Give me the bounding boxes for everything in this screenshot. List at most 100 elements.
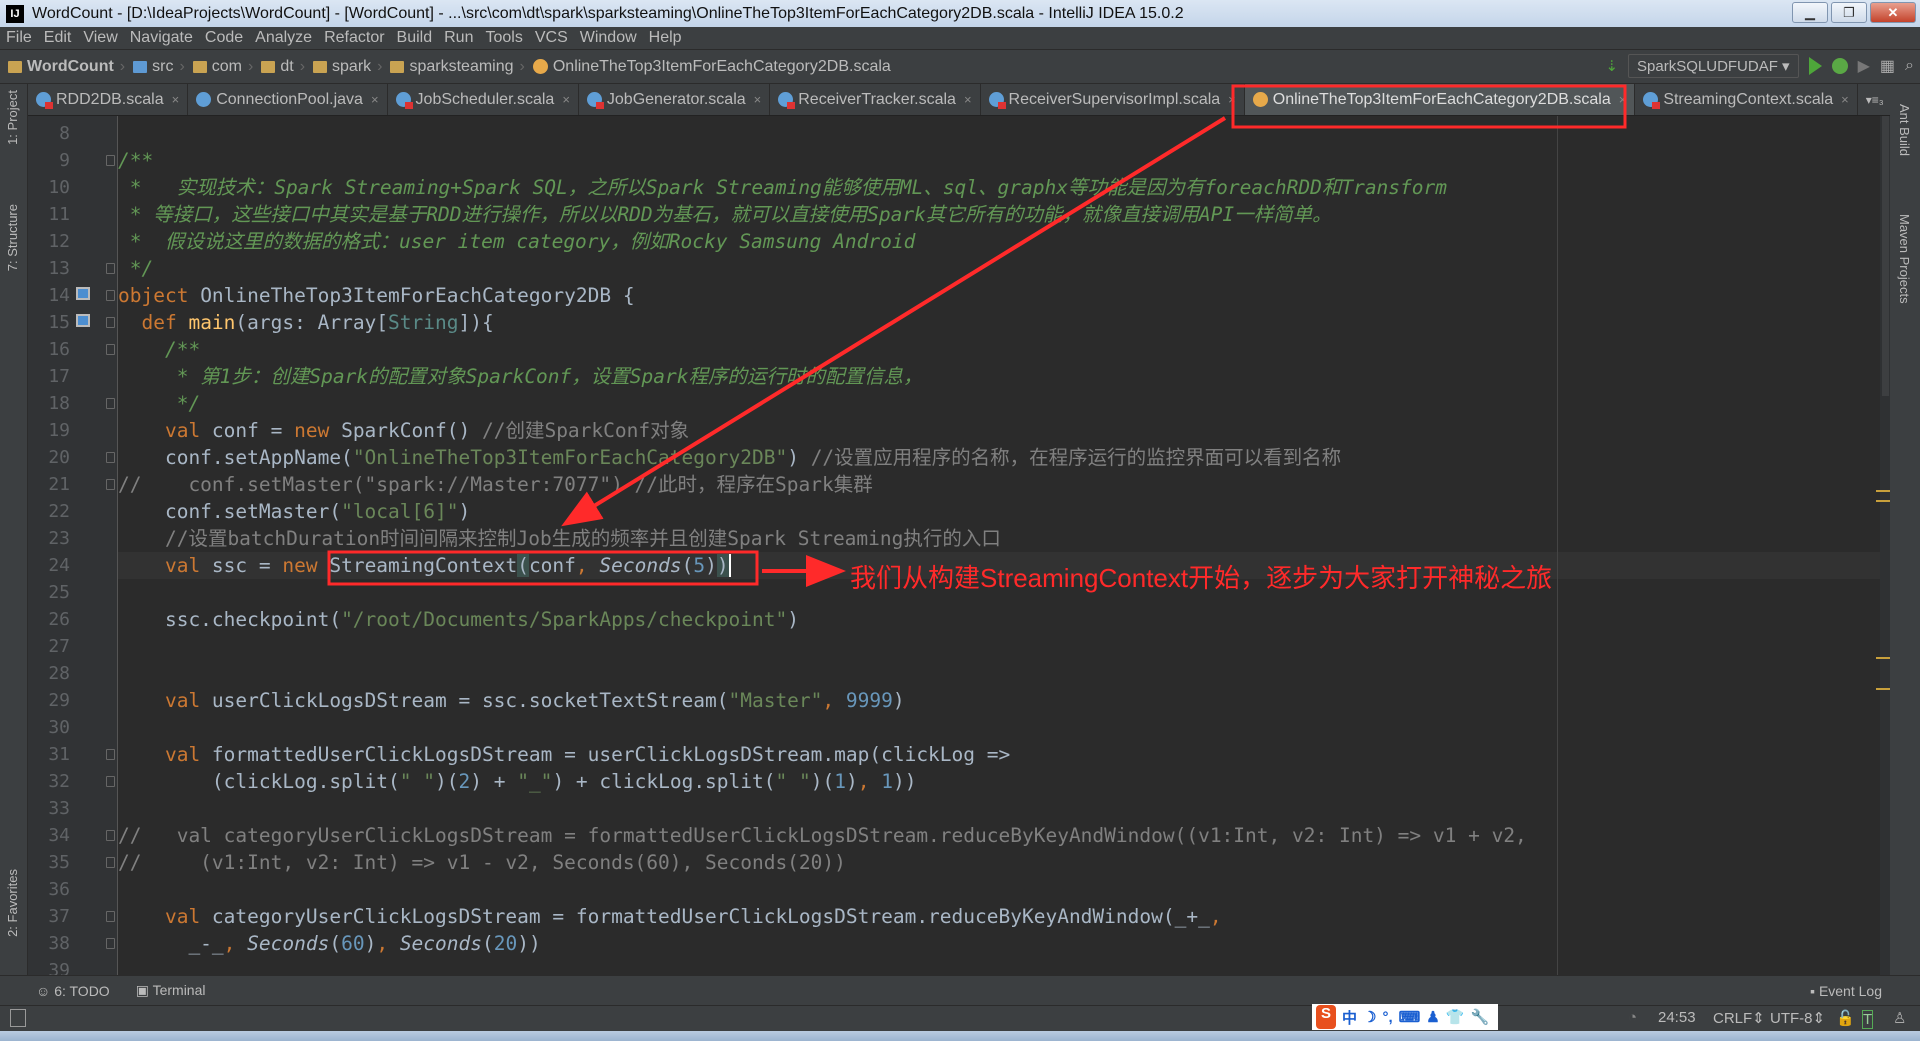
tab-onlinethetop3itemforeachcategory2db-scala[interactable]: OnlineTheTop3ItemForEachCategory2DB.scal… xyxy=(1244,84,1636,115)
ime-item[interactable]: °, xyxy=(1382,1009,1392,1026)
close-tab-icon[interactable]: × xyxy=(1841,92,1849,107)
maximize-button[interactable]: ❐ xyxy=(1831,2,1867,23)
ime-item[interactable]: 🔧 xyxy=(1470,1008,1489,1026)
debug-icon[interactable] xyxy=(1831,58,1848,74)
menu-build[interactable]: Build xyxy=(391,29,439,47)
editor-scrollbar[interactable] xyxy=(1880,116,1890,975)
tab-rdd2db-scala[interactable]: RDD2DB.scala × xyxy=(28,84,189,115)
menu-file[interactable]: File xyxy=(0,29,38,47)
breadcrumb-item[interactable]: spark › xyxy=(313,58,382,76)
inspector-icon[interactable]: ♙ xyxy=(1893,1009,1906,1027)
windows-taskbar xyxy=(0,1031,1920,1041)
error-stripe-mark[interactable] xyxy=(1876,490,1890,492)
breadcrumb-item[interactable]: dt › xyxy=(261,58,305,76)
menu-edit[interactable]: Edit xyxy=(38,29,78,47)
breadcrumb-item[interactable]: com › xyxy=(192,58,253,76)
close-tab-icon[interactable]: × xyxy=(371,92,379,107)
error-stripe-mark[interactable] xyxy=(1876,688,1890,690)
fold-icon[interactable] xyxy=(106,317,115,328)
fold-icon[interactable] xyxy=(106,938,115,949)
lock-icon[interactable]: 🔓 xyxy=(1836,1009,1855,1027)
todo-tool-button[interactable]: ☺ 6: TODO xyxy=(36,983,110,999)
close-tab-icon[interactable]: × xyxy=(1228,92,1236,107)
code-editor[interactable]: /** * 实现技术：Spark Streaming+Spark SQL，之所以… xyxy=(118,116,1880,975)
menu-run[interactable]: Run xyxy=(438,29,479,47)
code-token: conf.setAppName( xyxy=(118,446,353,469)
terminal-status-icon[interactable]: T xyxy=(1862,1010,1874,1029)
tab-jobgenerator-scala[interactable]: JobGenerator.scala × xyxy=(579,84,771,115)
search-icon[interactable]: ⌕ xyxy=(1905,57,1914,75)
ime-item[interactable]: 中 xyxy=(1342,1007,1357,1028)
terminal-tool-button[interactable]: ▣ Terminal xyxy=(136,982,206,999)
implementation-marker-icon[interactable] xyxy=(76,314,90,327)
menu-vcs[interactable]: VCS xyxy=(529,29,574,47)
fold-icon[interactable] xyxy=(106,749,115,760)
menu-analyze[interactable]: Analyze xyxy=(249,29,318,47)
ime-item[interactable]: ⌨ xyxy=(1399,1008,1421,1026)
tool-favorites[interactable]: 2: Favorites xyxy=(5,869,20,937)
fold-icon[interactable] xyxy=(106,398,115,409)
tab-connectionpool-java[interactable]: ConnectionPool.java × xyxy=(188,84,388,115)
run-icon[interactable] xyxy=(1808,57,1822,75)
code-line: /** xyxy=(118,147,1880,174)
tab-jobscheduler-scala[interactable]: JobScheduler.scala × xyxy=(388,84,579,115)
file-encoding[interactable]: UTF-8⇕ xyxy=(1770,1009,1825,1027)
fold-icon[interactable] xyxy=(106,857,115,868)
tool-ant-build[interactable]: Ant Build xyxy=(1897,104,1912,156)
fold-icon[interactable] xyxy=(106,776,115,787)
close-tab-icon[interactable]: × xyxy=(754,92,762,107)
ime-item[interactable]: ☽ xyxy=(1363,1008,1376,1026)
ime-item[interactable]: ♟ xyxy=(1426,1008,1439,1026)
menu-tools[interactable]: Tools xyxy=(479,29,528,47)
tab-receiversupervisorimpl-scala[interactable]: ReceiverSupervisorImpl.scala × xyxy=(981,84,1245,115)
menu-help[interactable]: Help xyxy=(643,29,688,47)
project-structure-icon[interactable]: ▦ xyxy=(1880,56,1895,76)
tab-overflow-button[interactable]: ▾≡₃ xyxy=(1858,84,1893,115)
menu-navigate[interactable]: Navigate xyxy=(124,29,199,47)
line-separator[interactable]: CRLF⇕ xyxy=(1713,1009,1765,1027)
toggle-tool-windows-icon[interactable] xyxy=(10,1009,26,1027)
ime-item[interactable]: 👕 xyxy=(1446,1008,1465,1026)
tool-maven-projects[interactable]: Maven Projects xyxy=(1897,214,1912,304)
caret-position[interactable]: 24:53 xyxy=(1658,1009,1696,1026)
event-log-button[interactable]: ▪ Event Log xyxy=(1810,983,1882,999)
menu-refactor[interactable]: Refactor xyxy=(318,29,390,47)
fold-icon[interactable] xyxy=(106,452,115,463)
run-configuration-select[interactable]: SparkSQLUDFUDAF ▾ xyxy=(1628,54,1799,78)
error-stripe-mark[interactable] xyxy=(1876,657,1890,659)
implementation-marker-icon[interactable] xyxy=(76,287,90,300)
minimize-button[interactable]: ▁ xyxy=(1792,2,1828,23)
close-tab-icon[interactable]: × xyxy=(964,92,972,107)
breadcrumb-item[interactable]: sparksteaming › xyxy=(390,58,525,76)
fold-icon[interactable] xyxy=(106,155,115,166)
tool-project[interactable]: 1: Project xyxy=(5,90,20,145)
vcs-update-icon[interactable]: ⇣ xyxy=(1605,57,1618,75)
close-tab-icon[interactable]: × xyxy=(1619,92,1627,107)
breadcrumb-item[interactable]: WordCount › xyxy=(8,58,125,76)
source-folder-icon xyxy=(133,60,148,73)
coverage-icon[interactable]: ▶ xyxy=(1858,56,1870,76)
breadcrumb-item[interactable]: src › xyxy=(133,58,185,76)
sogou-ime-logo[interactable]: S xyxy=(1316,1005,1336,1029)
scrollbar-thumb[interactable] xyxy=(1882,116,1889,396)
encoding-label: UTF-8 xyxy=(1770,1010,1813,1027)
fold-icon[interactable] xyxy=(106,830,115,841)
breadcrumb-item[interactable]: OnlineTheTop3ItemForEachCategory2DB.scal… xyxy=(532,58,891,76)
menu-window[interactable]: Window xyxy=(574,29,643,47)
menu-view[interactable]: View xyxy=(77,29,123,47)
editor-tabs: RDD2DB.scala × ConnectionPool.java × JobSche… xyxy=(28,84,1893,116)
fold-icon[interactable] xyxy=(106,911,115,922)
fold-icon[interactable] xyxy=(106,290,115,301)
fold-icon[interactable] xyxy=(106,344,115,355)
close-tab-icon[interactable]: × xyxy=(562,92,570,107)
close-button[interactable]: ✕ xyxy=(1870,2,1916,23)
tool-structure[interactable]: 7: Structure xyxy=(5,204,20,271)
fold-icon[interactable] xyxy=(106,263,115,274)
menu-code[interactable]: Code xyxy=(199,29,249,47)
tab-receivertracker-scala[interactable]: ReceiverTracker.scala × xyxy=(770,84,981,115)
error-stripe-mark[interactable] xyxy=(1876,500,1890,502)
tab-label: ConnectionPool.java xyxy=(216,90,363,108)
tab-streamingcontext-scala[interactable]: StreamingContext.scala × xyxy=(1635,84,1858,115)
close-tab-icon[interactable]: × xyxy=(172,92,180,107)
fold-icon[interactable] xyxy=(106,479,115,490)
